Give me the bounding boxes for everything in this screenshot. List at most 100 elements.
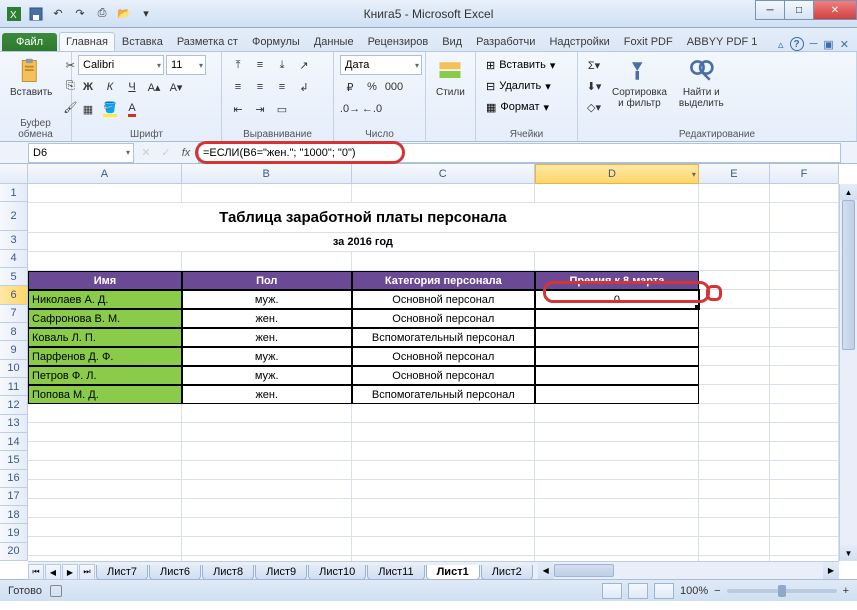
vertical-scrollbar[interactable]: ▲ ▼ bbox=[839, 184, 857, 561]
zoom-level[interactable]: 100% bbox=[680, 585, 708, 597]
find-select-button[interactable]: Найти и выделить bbox=[675, 55, 728, 111]
thousands-icon[interactable]: 000 bbox=[384, 77, 404, 97]
row-header-1[interactable]: 1 bbox=[0, 184, 28, 202]
row-header-13[interactable]: 13 bbox=[0, 415, 28, 433]
hscroll-thumb[interactable] bbox=[554, 564, 614, 577]
horizontal-scrollbar[interactable]: ◀ ▶ bbox=[538, 562, 839, 579]
maximize-button[interactable]: □ bbox=[784, 0, 814, 20]
align-left-icon[interactable]: ≡ bbox=[228, 77, 248, 97]
cancel-formula-icon[interactable]: ✕ bbox=[136, 143, 156, 163]
tab-рецензиров[interactable]: Рецензиров bbox=[361, 32, 436, 51]
row-header-10[interactable]: 10 bbox=[0, 360, 28, 378]
wrap-text-icon[interactable]: ↲ bbox=[294, 77, 314, 97]
macro-record-icon[interactable] bbox=[50, 585, 62, 597]
row-header-2[interactable]: 2 bbox=[0, 202, 28, 231]
save-icon[interactable] bbox=[26, 4, 46, 24]
workbook-min-icon[interactable]: ─ bbox=[810, 38, 818, 50]
row-header-19[interactable]: 19 bbox=[0, 524, 28, 542]
row-header-16[interactable]: 16 bbox=[0, 470, 28, 488]
decrease-decimal-icon[interactable]: ←.0 bbox=[362, 99, 382, 119]
align-top-icon[interactable]: ⤒ bbox=[228, 55, 248, 75]
excel-icon[interactable]: X bbox=[4, 4, 24, 24]
tab-разметка ст[interactable]: Разметка ст bbox=[170, 32, 245, 51]
sheet-tab[interactable]: Лист9 bbox=[255, 565, 307, 580]
scroll-left-icon[interactable]: ◀ bbox=[538, 562, 554, 579]
font-size-select[interactable]: 11 bbox=[166, 55, 206, 75]
align-bottom-icon[interactable]: ⤓ bbox=[272, 55, 292, 75]
zoom-out-icon[interactable]: − bbox=[714, 585, 720, 597]
row-header-6[interactable]: 6 bbox=[0, 286, 28, 304]
view-layout-icon[interactable] bbox=[628, 583, 648, 599]
fx-icon[interactable]: fx bbox=[176, 143, 196, 163]
tab-prev-icon[interactable]: ◀ bbox=[45, 564, 61, 580]
percent-icon[interactable]: % bbox=[362, 77, 382, 97]
tab-разработчи[interactable]: Разработчи bbox=[469, 32, 542, 51]
col-header-C[interactable]: C bbox=[352, 164, 535, 184]
col-header-B[interactable]: B bbox=[182, 164, 352, 184]
row-header-3[interactable]: 3 bbox=[0, 231, 28, 249]
scroll-up-icon[interactable]: ▲ bbox=[840, 184, 857, 200]
sheet-tab[interactable]: Лист1 bbox=[426, 565, 480, 580]
col-header-A[interactable]: A bbox=[28, 164, 182, 184]
row-header-14[interactable]: 14 bbox=[0, 433, 28, 451]
ribbon-minimize-icon[interactable]: ▵ bbox=[778, 38, 784, 51]
scroll-right-icon[interactable]: ▶ bbox=[823, 562, 839, 579]
align-center-icon[interactable]: ≡ bbox=[250, 77, 270, 97]
zoom-slider-handle[interactable] bbox=[778, 585, 786, 597]
sheet-tab[interactable]: Лист6 bbox=[149, 565, 201, 580]
row-header-9[interactable]: 9 bbox=[0, 341, 28, 359]
clear-icon[interactable]: ◇▾ bbox=[584, 97, 604, 117]
redo-icon[interactable]: ↷ bbox=[70, 4, 90, 24]
help-icon[interactable]: ? bbox=[790, 37, 804, 51]
tab-next-icon[interactable]: ▶ bbox=[62, 564, 78, 580]
autosum-icon[interactable]: Σ▾ bbox=[584, 55, 604, 75]
shrink-font-icon[interactable]: A▾ bbox=[166, 77, 186, 97]
col-header-D[interactable]: D bbox=[535, 164, 699, 184]
fill-icon[interactable]: ⬇▾ bbox=[584, 76, 604, 96]
close-button[interactable]: ✕ bbox=[813, 0, 857, 20]
view-break-icon[interactable] bbox=[654, 583, 674, 599]
indent-dec-icon[interactable]: ⇤ bbox=[228, 99, 248, 119]
paste-button[interactable]: Вставить bbox=[6, 55, 56, 100]
print-icon[interactable]: ⎙ bbox=[92, 4, 112, 24]
fill-handle[interactable] bbox=[695, 305, 699, 309]
row-header-4[interactable]: 4 bbox=[0, 250, 28, 268]
scroll-down-icon[interactable]: ▼ bbox=[840, 545, 857, 561]
tab-foxit pdf[interactable]: Foxit PDF bbox=[617, 32, 680, 51]
tab-вставка[interactable]: Вставка bbox=[115, 32, 170, 51]
merge-icon[interactable]: ▭ bbox=[272, 99, 292, 119]
indent-inc-icon[interactable]: ⇥ bbox=[250, 99, 270, 119]
row-header-7[interactable]: 7 bbox=[0, 305, 28, 323]
qa-dropdown-icon[interactable]: ▾ bbox=[136, 4, 156, 24]
sheet-tab[interactable]: Лист10 bbox=[308, 565, 366, 580]
currency-icon[interactable]: ₽ bbox=[340, 77, 360, 97]
file-tab[interactable]: Файл bbox=[2, 33, 57, 51]
delete-cells-button[interactable]: ⊟ Удалить ▾ bbox=[482, 76, 559, 96]
enter-formula-icon[interactable]: ✓ bbox=[156, 143, 176, 163]
tab-abbyy pdf 1[interactable]: ABBYY PDF 1 bbox=[680, 32, 765, 51]
bold-button[interactable]: Ж bbox=[78, 77, 98, 97]
tab-формулы[interactable]: Формулы bbox=[245, 32, 307, 51]
tab-first-icon[interactable]: ⏮ bbox=[28, 564, 44, 580]
row-header-18[interactable]: 18 bbox=[0, 506, 28, 524]
name-box[interactable]: D6 bbox=[28, 143, 134, 163]
font-name-select[interactable]: Calibri bbox=[78, 55, 164, 75]
view-normal-icon[interactable] bbox=[602, 583, 622, 599]
font-color-icon[interactable]: A bbox=[122, 99, 142, 119]
open-icon[interactable]: 📂 bbox=[114, 4, 134, 24]
row-header-17[interactable]: 17 bbox=[0, 488, 28, 506]
workbook-close-icon[interactable]: ✕ bbox=[840, 38, 849, 51]
row-header-11[interactable]: 11 bbox=[0, 378, 28, 396]
number-format-select[interactable]: Дата bbox=[340, 55, 422, 75]
formula-input[interactable]: =ЕСЛИ(B6="жен."; "1000"; "0") bbox=[198, 143, 841, 163]
zoom-in-icon[interactable]: + bbox=[843, 585, 849, 597]
workbook-restore-icon[interactable]: ▣ bbox=[823, 38, 833, 51]
zoom-slider[interactable] bbox=[727, 589, 837, 593]
fill-color-icon[interactable]: 🪣 bbox=[100, 99, 120, 119]
align-right-icon[interactable]: ≡ bbox=[272, 77, 292, 97]
underline-button[interactable]: Ч bbox=[122, 77, 142, 97]
row-header-12[interactable]: 12 bbox=[0, 396, 28, 414]
styles-button[interactable]: Стили bbox=[432, 55, 469, 100]
select-all-corner[interactable] bbox=[0, 164, 28, 184]
col-header-E[interactable]: E bbox=[699, 164, 770, 184]
